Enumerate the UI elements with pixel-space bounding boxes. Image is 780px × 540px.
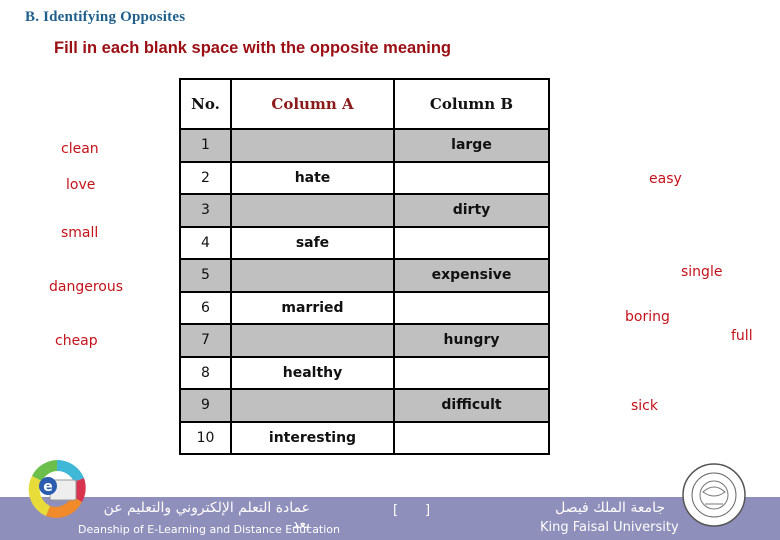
- column-b-cell[interactable]: [393, 355, 550, 390]
- column-b-cell: expensive: [393, 258, 550, 293]
- table-row: 3 dirty: [179, 193, 550, 228]
- column-a-cell: married: [230, 290, 395, 325]
- deanship-english: Deanship of E-Learning and Distance Educ…: [78, 523, 341, 536]
- column-b-cell[interactable]: [393, 420, 550, 455]
- header-column-b: Column B: [393, 78, 550, 130]
- answer-word[interactable]: sick: [631, 398, 658, 414]
- answer-word[interactable]: dangerous: [49, 279, 123, 295]
- table-row: 7 hungry: [179, 323, 550, 358]
- answer-word[interactable]: love: [66, 177, 95, 193]
- column-b-cell: hungry: [393, 323, 550, 358]
- university-arabic: جامعة الملك فيصل: [555, 500, 665, 516]
- column-a-cell[interactable]: [230, 193, 395, 228]
- answer-word[interactable]: small: [61, 225, 98, 241]
- row-number: 4: [179, 225, 232, 260]
- row-number: 7: [179, 323, 232, 358]
- answer-word[interactable]: boring: [625, 309, 670, 325]
- row-number: 10: [179, 420, 232, 455]
- row-number: 1: [179, 128, 232, 163]
- column-a-cell: safe: [230, 225, 395, 260]
- column-b-cell[interactable]: [393, 225, 550, 260]
- row-number: 9: [179, 388, 232, 423]
- column-b-cell: large: [393, 128, 550, 163]
- footer-bar: عمادة التعلم الإلكتروني والتعليم عن بعد …: [0, 497, 780, 540]
- table-row: 8 healthy: [179, 355, 550, 390]
- opposites-table: No. Column A Column B 1 large 2 hate 3 d…: [179, 78, 550, 455]
- column-b-cell[interactable]: [393, 160, 550, 195]
- table-header-row: No. Column A Column B: [179, 78, 550, 130]
- bracket-right: ]: [425, 503, 431, 518]
- table-row: 9 difficult: [179, 388, 550, 423]
- column-a-cell: hate: [230, 160, 395, 195]
- table-row: 4 safe: [179, 225, 550, 260]
- svg-text:e: e: [43, 479, 53, 495]
- column-b-cell[interactable]: [393, 290, 550, 325]
- elearning-logo-icon: e: [28, 459, 86, 518]
- column-a-cell: healthy: [230, 355, 395, 390]
- table-row: 6 married: [179, 290, 550, 325]
- column-a-cell[interactable]: [230, 258, 395, 293]
- row-number: 3: [179, 193, 232, 228]
- row-number: 5: [179, 258, 232, 293]
- university-english: King Faisal University: [540, 520, 679, 535]
- section-title: B. Identifying Opposites: [25, 9, 186, 25]
- table-row: 5 expensive: [179, 258, 550, 293]
- table-row: 10 interesting: [179, 420, 550, 455]
- answer-word[interactable]: clean: [61, 141, 99, 157]
- row-number: 6: [179, 290, 232, 325]
- column-a-cell[interactable]: [230, 388, 395, 423]
- instruction-text: Fill in each blank space with the opposi…: [54, 39, 451, 57]
- table-row: 1 large: [179, 128, 550, 163]
- row-number: 2: [179, 160, 232, 195]
- column-a-cell[interactable]: [230, 323, 395, 358]
- answer-word[interactable]: cheap: [55, 333, 98, 349]
- table-row: 2 hate: [179, 160, 550, 195]
- bracket-left: [: [393, 503, 399, 518]
- column-b-cell: difficult: [393, 388, 550, 423]
- answer-word[interactable]: full: [731, 328, 753, 344]
- row-number: 8: [179, 355, 232, 390]
- column-b-cell: dirty: [393, 193, 550, 228]
- answer-word[interactable]: single: [681, 264, 722, 280]
- header-column-a: Column A: [230, 78, 395, 130]
- university-seal-icon: [682, 463, 746, 527]
- column-a-cell: interesting: [230, 420, 395, 455]
- header-no: No.: [179, 78, 232, 130]
- answer-word[interactable]: easy: [649, 171, 682, 187]
- column-a-cell[interactable]: [230, 128, 395, 163]
